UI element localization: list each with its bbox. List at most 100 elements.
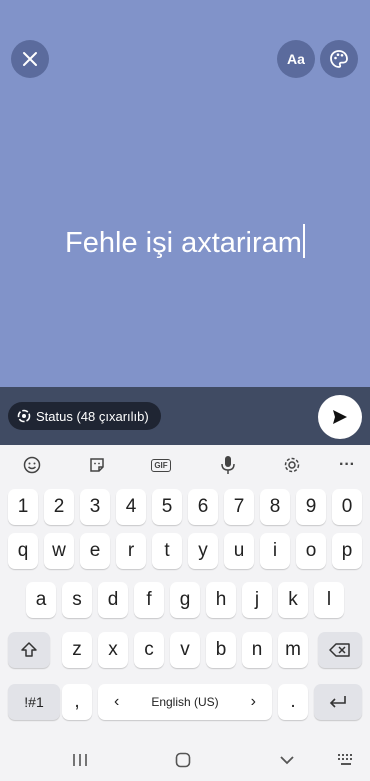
- key-label: w: [52, 540, 66, 561]
- status-composer[interactable]: Aa Fehle işi axtariram: [0, 0, 370, 387]
- key-q[interactable]: q: [8, 533, 38, 569]
- key-s[interactable]: s: [62, 582, 92, 618]
- close-icon: [23, 52, 37, 66]
- status-text-input[interactable]: Fehle işi axtariram: [0, 224, 370, 260]
- key-label: f: [146, 589, 152, 610]
- key-label: 0: [341, 496, 353, 517]
- more-icon[interactable]: ···: [336, 454, 358, 476]
- key-3[interactable]: 3: [80, 489, 110, 525]
- key-d[interactable]: d: [98, 582, 128, 618]
- key-j[interactable]: j: [242, 582, 272, 618]
- key-7[interactable]: 7: [224, 489, 254, 525]
- status-bottom-bar: Status (48 çıxarılıb): [0, 387, 370, 445]
- key-r[interactable]: r: [116, 533, 146, 569]
- key-g[interactable]: g: [170, 582, 200, 618]
- key-label: k: [288, 589, 298, 610]
- key-label: c: [144, 639, 154, 660]
- text-cursor: [302, 224, 305, 258]
- key-0[interactable]: 0: [332, 489, 362, 525]
- recent-apps-icon[interactable]: [70, 750, 90, 770]
- key-label: e: [89, 540, 101, 561]
- key-b[interactable]: b: [206, 632, 236, 668]
- key-label: o: [305, 540, 317, 561]
- key-l[interactable]: l: [314, 582, 344, 618]
- key-x[interactable]: x: [98, 632, 128, 668]
- gif-icon[interactable]: GIF: [150, 454, 172, 476]
- key-label: ,: [74, 691, 80, 712]
- key-label: 9: [305, 496, 317, 517]
- key-h[interactable]: h: [206, 582, 236, 618]
- palette-icon: [330, 50, 348, 68]
- comma-key[interactable]: ,: [62, 684, 92, 720]
- key-label: 7: [233, 496, 245, 517]
- key-i[interactable]: i: [260, 533, 290, 569]
- keyboard-toolbar: GIF ···: [0, 445, 370, 485]
- key-k[interactable]: k: [278, 582, 308, 618]
- gear-icon[interactable]: [281, 454, 303, 476]
- color-palette-button[interactable]: [320, 40, 358, 78]
- shift-key[interactable]: [8, 632, 50, 668]
- symbols-key[interactable]: !#1: [8, 684, 60, 720]
- send-button[interactable]: [318, 395, 362, 439]
- close-button[interactable]: [11, 40, 49, 78]
- key-label: 2: [53, 496, 65, 517]
- key-v[interactable]: v: [170, 632, 200, 668]
- key-label: !#1: [24, 694, 44, 710]
- key-m[interactable]: m: [278, 632, 308, 668]
- key-label: q: [17, 540, 29, 561]
- emoji-icon[interactable]: [21, 454, 43, 476]
- key-n[interactable]: n: [242, 632, 272, 668]
- period-key[interactable]: .: [278, 684, 308, 720]
- key-9[interactable]: 9: [296, 489, 326, 525]
- key-a[interactable]: a: [26, 582, 56, 618]
- key-label: v: [180, 639, 190, 660]
- key-label: p: [341, 540, 353, 561]
- key-2[interactable]: 2: [44, 489, 74, 525]
- key-t[interactable]: t: [152, 533, 182, 569]
- key-f[interactable]: f: [134, 582, 164, 618]
- backspace-key[interactable]: [318, 632, 362, 668]
- status-ring-icon: [17, 409, 31, 423]
- key-label: 1: [17, 496, 29, 517]
- key-1[interactable]: 1: [8, 489, 38, 525]
- key-c[interactable]: c: [134, 632, 164, 668]
- key-4[interactable]: 4: [116, 489, 146, 525]
- key-label: y: [198, 540, 208, 561]
- keyboard-icon[interactable]: [336, 750, 356, 770]
- enter-icon: [329, 696, 346, 708]
- status-text: Fehle işi axtariram: [65, 227, 302, 259]
- key-label: s: [72, 589, 82, 610]
- key-label: .: [290, 691, 296, 712]
- key-o[interactable]: o: [296, 533, 326, 569]
- key-label: z: [72, 639, 82, 660]
- key-label: x: [108, 639, 118, 660]
- key-e[interactable]: e: [80, 533, 110, 569]
- key-label: l: [326, 589, 332, 610]
- key-6[interactable]: 6: [188, 489, 218, 525]
- font-button-label: Aa: [287, 51, 305, 67]
- enter-key[interactable]: [314, 684, 362, 720]
- key-5[interactable]: 5: [152, 489, 182, 525]
- key-label: 5: [161, 496, 173, 517]
- microphone-icon[interactable]: [217, 454, 239, 476]
- audience-chip[interactable]: Status (48 çıxarılıb): [8, 402, 161, 430]
- key-label: g: [179, 589, 191, 610]
- font-button[interactable]: Aa: [277, 40, 315, 78]
- key-p[interactable]: p: [332, 533, 362, 569]
- space-key[interactable]: ‹ English (US) ›: [98, 684, 272, 720]
- key-label: h: [215, 589, 227, 610]
- key-label: r: [127, 540, 135, 561]
- key-z[interactable]: z: [62, 632, 92, 668]
- key-y[interactable]: y: [188, 533, 218, 569]
- key-w[interactable]: w: [44, 533, 74, 569]
- sticker-icon[interactable]: [86, 454, 108, 476]
- home-icon[interactable]: [173, 750, 193, 770]
- space-right-arrow: ›: [250, 693, 256, 710]
- key-label: b: [215, 639, 227, 660]
- back-chevron-down-icon[interactable]: [277, 750, 297, 770]
- shift-icon: [21, 642, 37, 657]
- key-8[interactable]: 8: [260, 489, 290, 525]
- key-label: 4: [125, 496, 137, 517]
- backspace-icon: [329, 643, 350, 657]
- key-u[interactable]: u: [224, 533, 254, 569]
